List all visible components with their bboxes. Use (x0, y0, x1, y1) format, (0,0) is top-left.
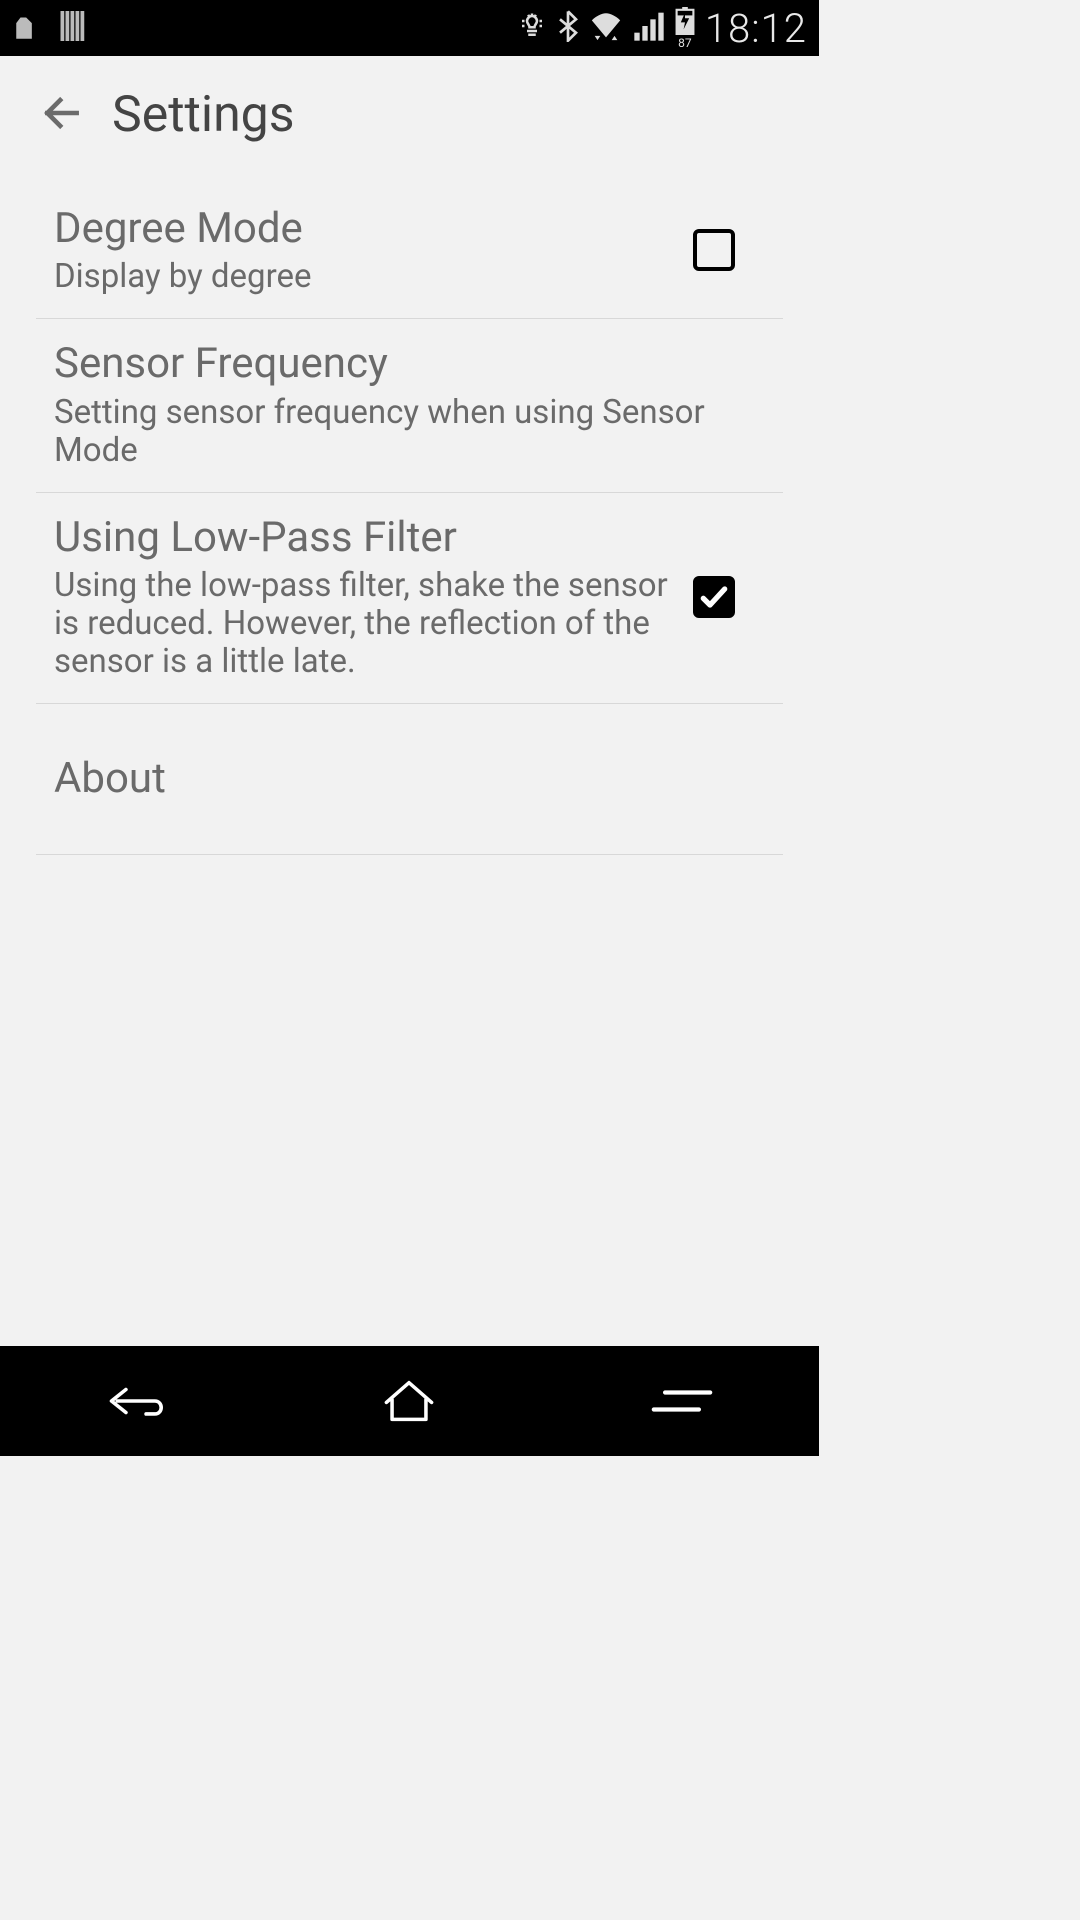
setting-description: Using the low-pass filter, shake the sen… (54, 567, 673, 681)
setting-title: Degree Mode (54, 204, 673, 254)
cellular-signal-icon (633, 11, 665, 45)
setting-title: Sensor Frequency (54, 339, 745, 389)
setting-title: About (54, 754, 745, 804)
bluetooth-icon (557, 10, 579, 46)
status-time: 18:12 (705, 5, 807, 52)
setting-text: About (54, 754, 765, 804)
setting-title: Using Low-Pass Filter (54, 513, 673, 563)
nav-recent-button[interactable] (547, 1383, 817, 1419)
battery-icon: 87 (675, 7, 695, 50)
setting-sensor-frequency[interactable]: Sensor Frequency Setting sensor frequenc… (36, 319, 783, 492)
setting-text: Using Low-Pass Filter Using the low-pass… (54, 513, 693, 681)
setting-degree-mode[interactable]: Degree Mode Display by degree (36, 184, 783, 319)
app-notification-icon-2 (58, 8, 88, 48)
setting-description: Display by degree (54, 258, 673, 296)
settings-list: Degree Mode Display by degree Sensor Fre… (0, 184, 819, 855)
wifi-icon (589, 11, 623, 45)
app-notification-icon-1 (12, 9, 46, 47)
back-button[interactable] (40, 91, 84, 139)
status-bar: 87 18:12 (0, 0, 819, 56)
battery-percentage: 87 (678, 36, 692, 50)
setting-text: Sensor Frequency Setting sensor frequenc… (54, 339, 765, 469)
status-left-icons (12, 8, 88, 48)
setting-description: Setting sensor frequency when using Sens… (54, 394, 745, 470)
setting-about[interactable]: About (36, 704, 783, 855)
nav-back-button[interactable] (1, 1379, 271, 1423)
setting-text: Degree Mode Display by degree (54, 204, 693, 296)
app-header: Settings (0, 56, 819, 184)
setting-low-pass-filter[interactable]: Using Low-Pass Filter Using the low-pass… (36, 493, 783, 704)
low-pass-filter-checkbox[interactable] (693, 576, 735, 618)
page-title: Settings (112, 86, 295, 144)
degree-mode-checkbox[interactable] (693, 229, 735, 271)
vibrate-icon (517, 11, 547, 45)
navigation-bar (0, 1346, 819, 1456)
nav-home-button[interactable] (274, 1377, 544, 1425)
status-right-icons: 87 18:12 (517, 5, 807, 52)
